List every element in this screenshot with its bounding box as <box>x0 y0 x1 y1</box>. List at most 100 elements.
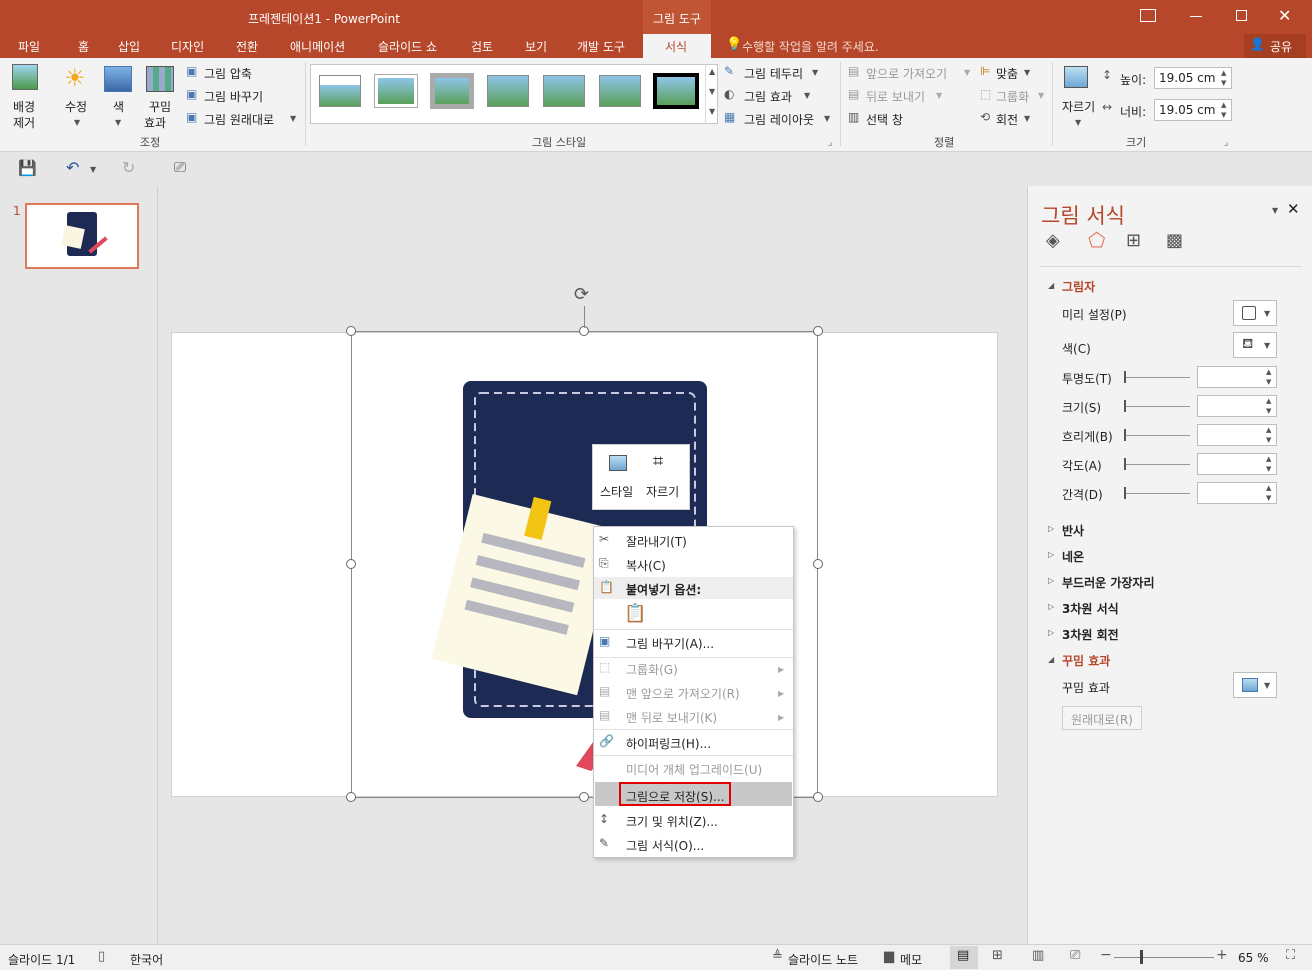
tab-format[interactable]: 서식 <box>643 34 711 58</box>
resize-handle[interactable] <box>813 792 823 802</box>
collapse-icon[interactable]: ◢ <box>1048 281 1054 290</box>
spinner-icon[interactable]: ▲ ▼ <box>1266 367 1271 387</box>
dialog-launcher-icon[interactable]: ⌟ <box>828 138 832 148</box>
tab-view[interactable]: 보기 <box>525 38 547 55</box>
spinner-icon[interactable]: ▲ ▼ <box>1221 100 1226 120</box>
maximize-icon[interactable] <box>1236 10 1247 21</box>
dialog-launcher-icon[interactable]: ⌟ <box>1224 138 1228 148</box>
normal-view-button[interactable]: ▤ <box>950 946 978 969</box>
slider-thumb[interactable] <box>1124 400 1126 412</box>
tab-design[interactable]: 디자인 <box>171 38 204 55</box>
group-button[interactable]: ⬚ 그룹화 ▼ <box>980 87 1048 105</box>
paste-picture-icon[interactable]: 📋 <box>624 603 646 624</box>
style-thumbnail[interactable] <box>374 74 418 108</box>
resize-handle[interactable] <box>346 326 356 336</box>
angle-slider[interactable] <box>1124 464 1190 465</box>
selection-pane-button[interactable]: ▥ 선택 창 <box>848 110 928 128</box>
resize-handle[interactable] <box>346 559 356 569</box>
spinner-icon[interactable]: ▲ ▼ <box>1266 425 1271 445</box>
menu-media-upgrade[interactable]: 미디어 개체 업그레이드(U) <box>626 761 762 778</box>
fill-line-icon[interactable]: ◈ <box>1046 230 1060 251</box>
resize-handle[interactable] <box>813 559 823 569</box>
menu-save-as-picture[interactable]: 그림으로 저장(S)... <box>619 782 731 806</box>
comments-button[interactable]: 메모 <box>900 951 922 968</box>
size-slider[interactable] <box>1124 406 1190 407</box>
menu-cut[interactable]: 잘라내기(T) <box>626 533 687 550</box>
zoom-in-icon[interactable]: + <box>1216 947 1228 963</box>
menu-hyperlink[interactable]: 하이퍼링크(H)... <box>626 735 711 752</box>
slider-thumb[interactable] <box>1124 429 1126 441</box>
distance-input[interactable]: ▲ ▼ <box>1197 482 1277 504</box>
chevron-down-icon[interactable]: ▼ <box>90 165 96 174</box>
menu-format-picture[interactable]: 그림 서식(O)... <box>626 837 704 854</box>
style-thumbnail[interactable] <box>430 73 474 109</box>
crop-button[interactable]: 자르기 ▼ <box>1060 64 1096 128</box>
menu-size-position[interactable]: 크기 및 위치(Z)... <box>626 813 718 830</box>
reset-picture-button[interactable]: ▣ 그림 원래대로 ▼ <box>186 110 304 128</box>
width-input[interactable]: 19.05 cm ▲ ▼ <box>1154 99 1232 121</box>
tab-insert[interactable]: 삽입 <box>118 38 140 55</box>
angle-input[interactable]: ▲ ▼ <box>1197 453 1277 475</box>
expand-icon[interactable]: ▷ <box>1048 524 1054 533</box>
menu-change-picture[interactable]: 그림 바꾸기(A)... <box>626 635 714 652</box>
format-3d-section[interactable]: 3차원 서식 <box>1062 600 1119 617</box>
expand-icon[interactable]: ▷ <box>1048 602 1054 611</box>
size-properties-icon[interactable]: ⊞ <box>1126 230 1141 251</box>
more-icon[interactable]: ▼ <box>709 107 715 116</box>
resize-handle[interactable] <box>813 326 823 336</box>
gallery-scroll[interactable]: ▲ ▼ ▼ <box>705 65 718 123</box>
reset-button[interactable]: 원래대로(R) <box>1062 706 1142 730</box>
artistic-effects-section[interactable]: 꾸밈 효과 <box>1062 652 1110 669</box>
pane-close-icon[interactable]: ✕ <box>1287 200 1300 218</box>
distance-slider[interactable] <box>1124 493 1190 494</box>
presets-dropdown[interactable]: ▼ <box>1233 300 1277 326</box>
color-button[interactable]: 색 ▼ <box>104 64 134 128</box>
zoom-level[interactable]: 65 % <box>1238 951 1269 965</box>
ribbon-display-icon[interactable] <box>1140 9 1156 22</box>
expand-icon[interactable]: ▷ <box>1048 550 1054 559</box>
language-indicator[interactable]: 한국어 <box>130 951 163 968</box>
menu-copy[interactable]: 복사(C) <box>626 557 666 574</box>
compress-pictures-button[interactable]: ▣ 그림 압축 <box>186 64 306 82</box>
slider-thumb[interactable] <box>1124 487 1126 499</box>
close-icon[interactable]: ✕ <box>1278 6 1291 25</box>
slide-thumbnail[interactable] <box>25 203 139 269</box>
expand-icon[interactable]: ▷ <box>1048 576 1054 585</box>
zoom-slider-thumb[interactable] <box>1140 950 1143 964</box>
resize-handle[interactable] <box>346 792 356 802</box>
reflection-section[interactable]: 반사 <box>1062 522 1084 539</box>
shadow-size-input[interactable]: ▲ ▼ <box>1197 395 1277 417</box>
tab-animations[interactable]: 애니메이션 <box>290 38 345 55</box>
minimize-icon[interactable] <box>1190 16 1202 17</box>
style-thumbnail[interactable] <box>543 75 585 107</box>
remove-background-button[interactable]: 배경 제거 <box>8 64 40 130</box>
tab-transitions[interactable]: 전환 <box>236 38 258 55</box>
notes-button[interactable]: 슬라이드 노트 <box>788 951 858 968</box>
save-icon[interactable]: 💾 <box>18 159 37 177</box>
tab-slideshow[interactable]: 슬라이드 쇼 <box>378 38 437 55</box>
glow-section[interactable]: 네온 <box>1062 548 1084 565</box>
rotate-handle-icon[interactable]: ⟳ <box>574 284 589 305</box>
change-picture-button[interactable]: ▣ 그림 바꾸기 <box>186 87 306 105</box>
tab-file[interactable]: 파일 <box>18 38 40 55</box>
menu-bring-front[interactable]: 맨 앞으로 가져오기(R) <box>626 685 740 702</box>
slideshow-icon[interactable]: ⎚ <box>1070 948 1080 963</box>
tell-me-input[interactable]: 수행할 작업을 알려 주세요. <box>742 38 879 55</box>
transparency-input[interactable]: ▲ ▼ <box>1197 366 1277 388</box>
undo-icon[interactable]: ↶ <box>66 158 79 177</box>
slide-sorter-icon[interactable]: ⊞ <box>992 948 1003 963</box>
menu-group[interactable]: 그룹화(G) <box>626 661 678 678</box>
tab-home[interactable]: 홈 <box>78 38 89 55</box>
picture-border-button[interactable]: ✎ 그림 테두리 ▼ <box>724 64 824 82</box>
blur-slider[interactable] <box>1124 435 1190 436</box>
artistic-effects-dropdown[interactable]: ▼ <box>1233 672 1277 698</box>
picture-tab-icon[interactable]: ▩ <box>1166 230 1183 251</box>
shadow-color-dropdown[interactable]: ⛾ ▼ <box>1233 332 1277 358</box>
rotation-3d-section[interactable]: 3차원 회전 <box>1062 626 1119 643</box>
spinner-icon[interactable]: ▲ ▼ <box>1266 483 1271 503</box>
picture-layout-button[interactable]: ▦ 그림 레이아웃 ▼ <box>724 110 832 128</box>
picture-effects-button[interactable]: ◐ 그림 효과 ▼ <box>724 87 816 105</box>
spinner-icon[interactable]: ▲ ▼ <box>1266 396 1271 416</box>
style-thumbnail[interactable] <box>599 75 641 107</box>
align-button[interactable]: ⊫ 맞춤 ▼ <box>980 64 1036 82</box>
